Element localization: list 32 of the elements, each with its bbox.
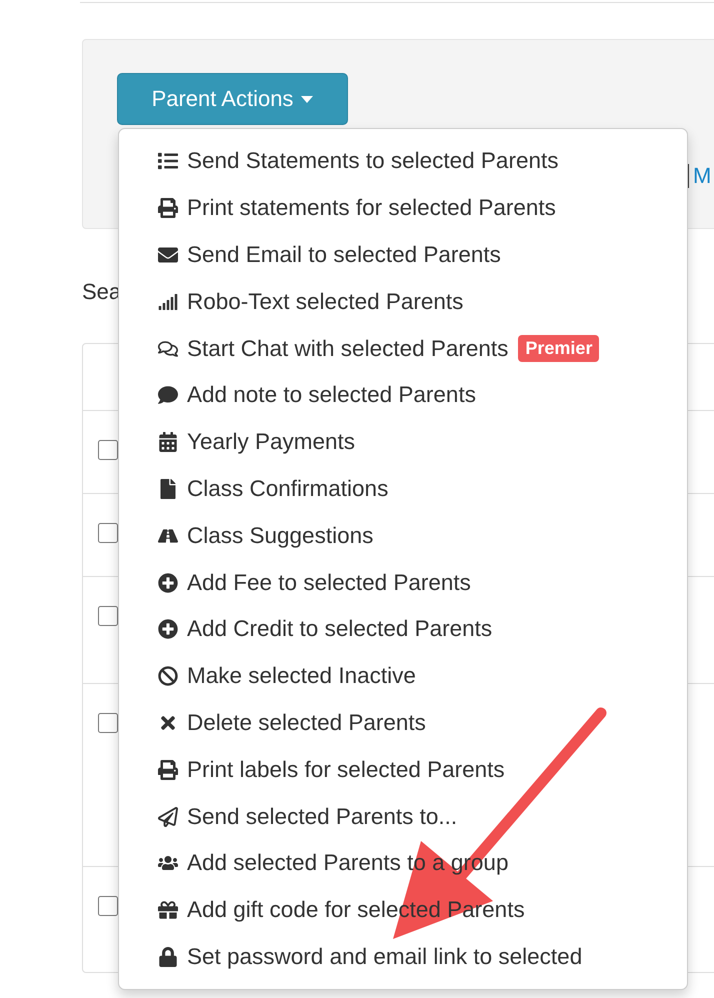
row-checkbox[interactable] bbox=[98, 440, 118, 460]
print-icon bbox=[155, 760, 181, 780]
caret-icon bbox=[301, 96, 314, 102]
menu-item[interactable]: Start Chat with selected Parents Premier bbox=[119, 325, 687, 372]
row-checkbox[interactable] bbox=[98, 896, 118, 916]
row-checkbox[interactable] bbox=[98, 606, 118, 626]
chat-icon bbox=[155, 338, 181, 359]
envelope-icon bbox=[155, 244, 181, 265]
list-icon bbox=[155, 151, 181, 172]
menu-item[interactable]: Delete selected Parents bbox=[119, 700, 687, 746]
menu-item[interactable]: Print labels for selected Parents bbox=[119, 746, 687, 794]
menu-item[interactable]: Add Credit to selected Parents bbox=[119, 606, 687, 653]
menu-item[interactable]: Send selected Parents to... bbox=[119, 793, 687, 840]
menu-item[interactable]: Set password and email link to selected bbox=[119, 934, 687, 980]
paper-plane-icon bbox=[155, 806, 181, 827]
menu-item[interactable]: Yearly Payments bbox=[119, 418, 687, 466]
gift-icon bbox=[155, 900, 181, 920]
row-checkbox[interactable] bbox=[98, 523, 118, 543]
menu-item[interactable]: Send Email to selected Parents bbox=[119, 232, 687, 278]
menu-item[interactable]: Class Suggestions bbox=[119, 512, 687, 560]
menu-item[interactable]: Robo-Text selected Parents bbox=[119, 278, 687, 326]
menu-item[interactable]: Send Statements to selected Parents bbox=[119, 138, 687, 185]
menu-item[interactable]: Add note to selected Parents bbox=[119, 372, 687, 419]
menu-item[interactable]: Class Confirmations bbox=[119, 466, 687, 512]
menu-item[interactable]: Add Fee to selected Parents bbox=[119, 559, 687, 606]
menu-item[interactable]: Make selected Inactive bbox=[119, 652, 687, 700]
premier-badge: Premier bbox=[518, 335, 600, 362]
menu-item[interactable]: Print statements for selected Parents bbox=[119, 184, 687, 232]
comment-icon bbox=[155, 385, 181, 406]
toolbar-link[interactable]: M bbox=[693, 163, 712, 189]
print-icon bbox=[155, 198, 181, 218]
row-checkbox[interactable] bbox=[98, 713, 118, 733]
